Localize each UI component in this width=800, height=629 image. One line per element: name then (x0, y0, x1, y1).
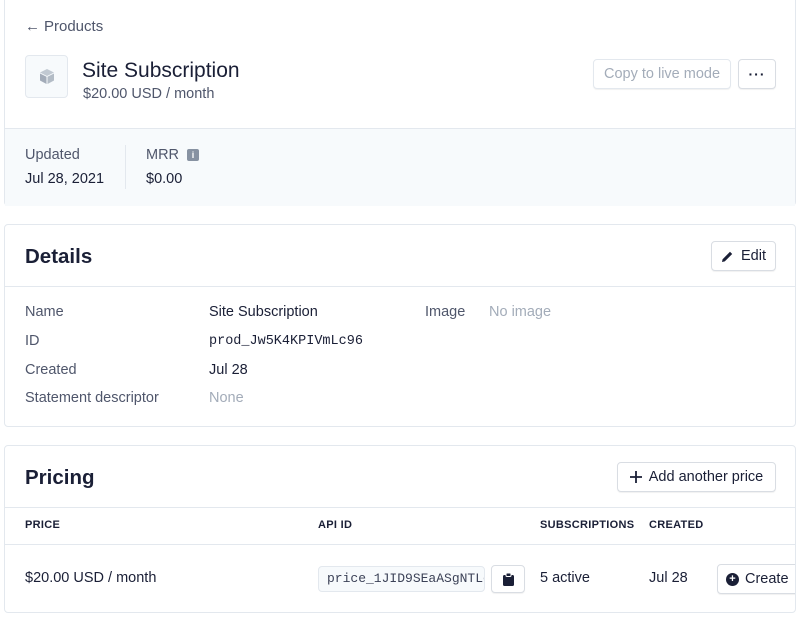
details-card: Details Edit Name Site Subscription ID p… (4, 224, 796, 427)
edit-button[interactable]: Edit (711, 241, 776, 271)
product-default-price: $20.00 USD / month (83, 86, 215, 102)
more-actions-button[interactable]: ··· (738, 59, 776, 89)
table-header-divider (5, 544, 795, 545)
summary-mrr: MRR i $0.00 (146, 147, 200, 187)
summary-updated: Updated Jul 28, 2021 (25, 147, 104, 187)
subscriptions-cell: 5 active (540, 570, 590, 586)
price-cell: $20.00 USD / month (25, 570, 157, 586)
updated-label: Updated (25, 147, 80, 163)
detail-label: Name (25, 304, 64, 320)
detail-value: None (209, 390, 244, 406)
summary-divider (125, 145, 126, 189)
summary-band: Updated Jul 28, 2021 MRR i $0.00 (5, 128, 795, 206)
image-label: Image (425, 304, 466, 320)
plus-circle-icon: + (726, 572, 739, 586)
back-link-label: Products (44, 18, 104, 35)
info-icon[interactable]: i (187, 149, 200, 161)
detail-label: ID (25, 333, 40, 349)
pricing-divider (5, 507, 795, 508)
column-header-subscriptions[interactable]: SUBSCRIPTIONS (540, 519, 634, 531)
mrr-value: $0.00 (146, 171, 183, 187)
column-header-price[interactable]: PRICE (25, 519, 60, 531)
product-id-value[interactable]: prod_Jw5K4KPIVmLc96 (209, 334, 363, 349)
detail-value: Jul 28 (209, 362, 248, 378)
detail-label: Created (25, 362, 77, 378)
copy-api-id-button[interactable] (491, 565, 525, 593)
updated-value: Jul 28, 2021 (25, 171, 105, 187)
back-to-products-link[interactable]: ← Products (25, 18, 103, 35)
plus-icon (629, 471, 642, 483)
column-header-created[interactable]: CREATED (649, 519, 703, 531)
detail-value: Site Subscription (209, 304, 318, 320)
mrr-label: MRR (146, 147, 180, 163)
add-another-price-button[interactable]: Add another price (617, 462, 776, 492)
clipboard-icon (502, 572, 514, 586)
pricing-title: Pricing (25, 466, 95, 489)
copy-to-live-mode-button[interactable]: Copy to live mode (593, 59, 731, 89)
price-api-id[interactable]: price_1JID9SEaASgNTLcDFXzvF9BX (318, 566, 485, 592)
arrow-left-icon: ← (25, 18, 40, 35)
cube-icon (39, 69, 54, 84)
column-header-api-id[interactable]: API ID (318, 519, 352, 531)
pencil-icon (722, 251, 733, 262)
product-image-placeholder (25, 55, 68, 98)
edit-button-label: Edit (741, 248, 766, 264)
detail-label: Statement descriptor (25, 390, 159, 406)
create-button-label: Create (745, 571, 789, 587)
create-button[interactable]: + Create (717, 564, 795, 594)
add-price-label: Add another price (648, 469, 764, 485)
product-name: Site Subscription (82, 59, 240, 82)
details-divider (5, 286, 795, 287)
product-header-card: ← Products Site Subscription $20.00 USD … (4, 0, 796, 206)
ellipsis-icon: ··· (748, 66, 766, 82)
image-value: No image (489, 304, 552, 320)
pricing-card: Pricing Add another price PRICE API ID S… (4, 445, 796, 613)
created-cell: Jul 28 (649, 570, 688, 586)
details-title: Details (25, 245, 93, 268)
